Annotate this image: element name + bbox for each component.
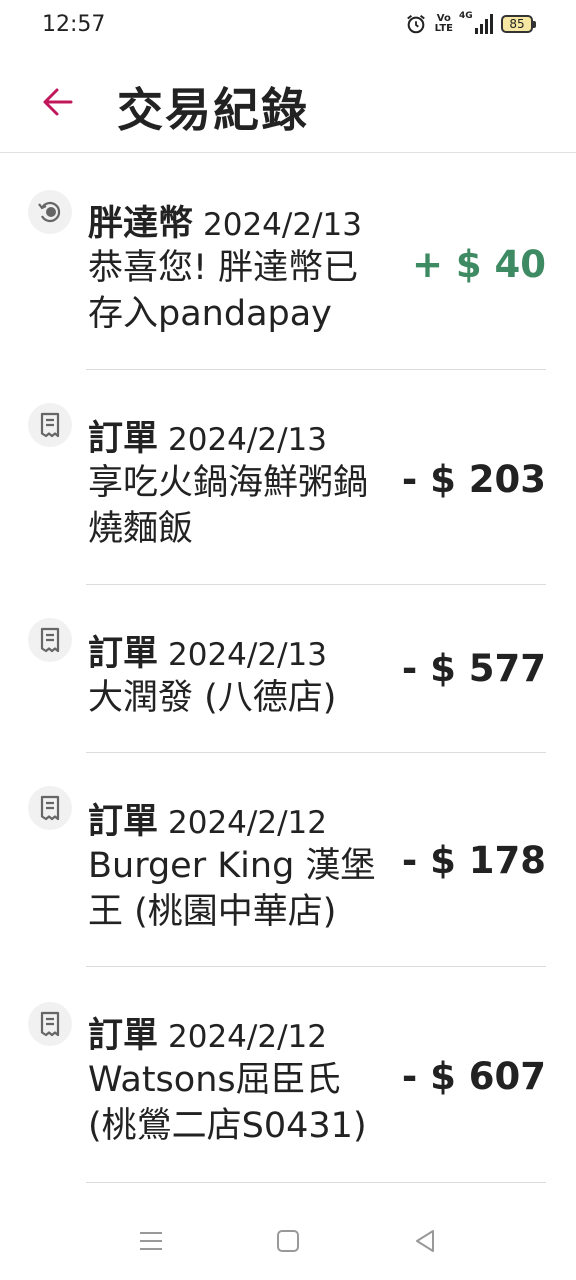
back-button[interactable]	[36, 80, 80, 124]
tx-description-line: 恭喜您! 胖達幣已	[88, 248, 359, 288]
menu-icon	[140, 1232, 162, 1250]
tx-type: 訂單	[88, 1016, 159, 1056]
volte-icon: Vo LTE	[435, 14, 453, 34]
system-back-button[interactable]	[409, 1225, 441, 1257]
status-icons: Vo LTE 4G 85	[405, 11, 536, 35]
status-time: 12:57	[42, 12, 106, 37]
arrow-left-icon	[43, 88, 73, 116]
alarm-icon	[406, 14, 425, 34]
tx-description: Watsons屈臣氏 (桃鶯二店S0431)	[88, 1057, 413, 1149]
tx-amount: - $ 203	[401, 458, 546, 501]
tx-date: 2024/2/12	[168, 805, 327, 841]
transaction-item[interactable]: 訂單 2024/2/12 Burger King 漢堡 王 (桃園中華店) - $…	[0, 753, 576, 967]
volte-bottom: LTE	[434, 23, 453, 34]
tx-description-line: 存入pandapay	[88, 294, 332, 334]
app-header: 交易紀錄	[0, 50, 576, 153]
signal-icon: 4G	[459, 11, 493, 34]
status-bar: 12:57 Vo LTE 4G 85	[0, 0, 576, 50]
transaction-item[interactable]: 訂單 2024/2/13 享吃火鍋海鮮粥鍋 燒麵飯 - $ 203	[0, 370, 576, 585]
tx-date: 2024/2/13	[168, 422, 327, 458]
system-nav-bar	[0, 1200, 576, 1280]
tx-description-line: 大潤發 (八德店)	[88, 678, 337, 718]
transaction-item[interactable]: 訂單 2024/2/13 大潤發 (八德店) - $ 577	[0, 585, 576, 753]
receipt-icon	[28, 618, 72, 662]
receipt-icon	[28, 786, 72, 830]
tx-description: 享吃火鍋海鮮粥鍋 燒麵飯	[88, 460, 413, 552]
tx-type: 胖達幣	[88, 204, 194, 244]
tx-description-line: 燒麵飯	[88, 509, 194, 549]
page-title: 交易紀錄	[117, 83, 309, 137]
tx-description-line: 王 (桃園中華店)	[88, 892, 337, 932]
battery-icon: 85	[501, 15, 536, 33]
tx-amount: - $ 178	[401, 839, 546, 882]
tx-amount: + $ 40	[412, 243, 546, 286]
tx-description-line: (桃鶯二店S0431)	[88, 1106, 367, 1146]
tx-description-line: Watsons屈臣氏	[88, 1060, 341, 1100]
tx-description: 恭喜您! 胖達幣已 存入pandapay	[88, 245, 413, 337]
battery-level: 85	[501, 15, 533, 33]
receipt-icon	[28, 1002, 72, 1046]
tx-date: 2024/2/13	[168, 637, 327, 673]
network-type: 4G	[459, 11, 473, 21]
transaction-item[interactable]: 胖達幣 2024/2/13 恭喜您! 胖達幣已 存入pandapay + $ 40	[0, 153, 576, 370]
coin-refresh-icon	[28, 190, 72, 234]
tx-date: 2024/2/12	[168, 1019, 327, 1055]
tx-description: Burger King 漢堡 王 (桃園中華店)	[88, 843, 413, 935]
home-button[interactable]	[272, 1225, 304, 1257]
transaction-item[interactable]: 訂單 2024/2/12 Watsons屈臣氏 (桃鶯二店S0431) - $ 6…	[0, 967, 576, 1183]
tx-date: 2024/2/13	[203, 207, 362, 243]
tx-description-line: Burger King 漢堡	[88, 846, 376, 886]
tx-description-line: 享吃火鍋海鮮粥鍋	[88, 463, 369, 503]
tx-type: 訂單	[88, 802, 159, 842]
back-triangle-icon	[416, 1230, 434, 1252]
menu-button[interactable]	[135, 1225, 167, 1257]
divider	[86, 1182, 546, 1183]
tx-amount: - $ 607	[401, 1055, 546, 1098]
receipt-icon	[28, 403, 72, 447]
tx-amount: - $ 577	[401, 647, 546, 690]
tx-description: 大潤發 (八德店)	[88, 675, 413, 721]
home-square-icon	[277, 1230, 299, 1252]
tx-type: 訂單	[88, 419, 159, 459]
tx-type: 訂單	[88, 634, 159, 674]
